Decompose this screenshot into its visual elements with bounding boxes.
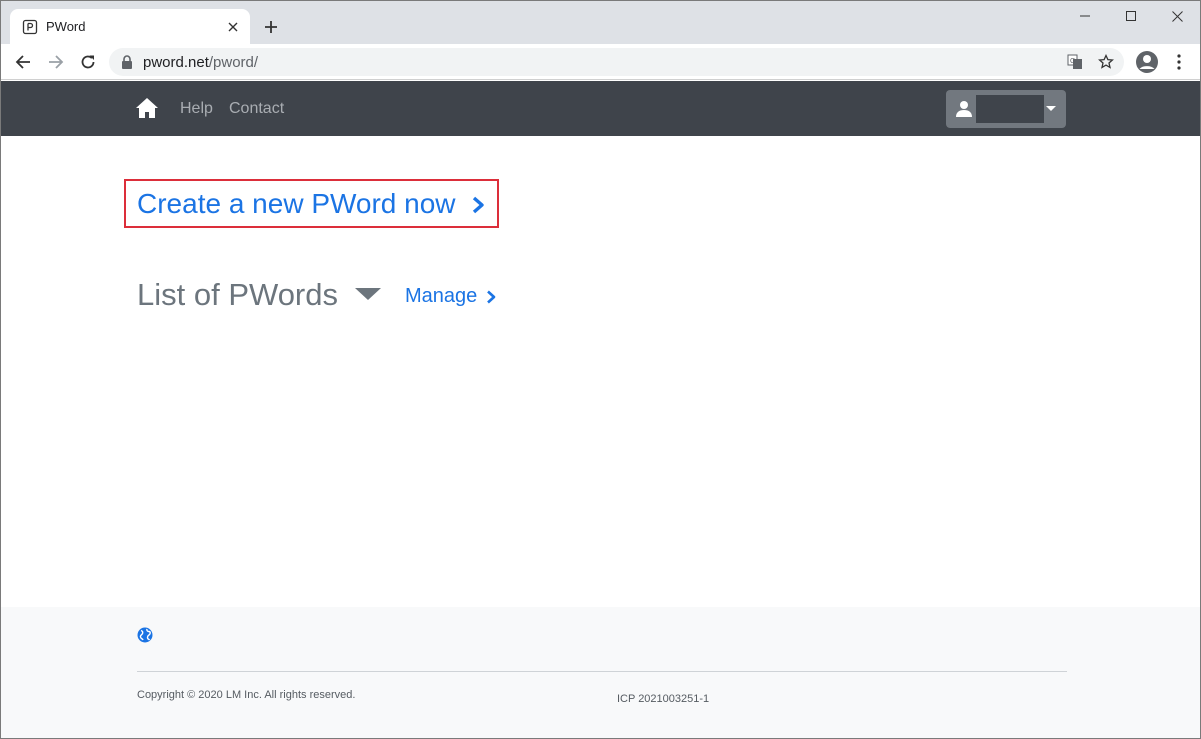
tab-close-icon[interactable] [224, 18, 242, 36]
site-navbar: Help Contact [1, 81, 1200, 136]
footer-divider [137, 671, 1067, 672]
maximize-icon[interactable] [1108, 1, 1154, 31]
url-text[interactable]: pword.net/pword/ [143, 54, 258, 71]
browser-tab[interactable]: PWord [10, 9, 250, 44]
chevron-right-icon [472, 196, 484, 214]
back-arrow-icon[interactable] [9, 48, 37, 76]
user-icon [956, 101, 972, 117]
user-dropdown-button[interactable] [946, 90, 1066, 128]
translate-icon[interactable]: G [1065, 52, 1085, 72]
new-tab-plus-icon[interactable] [259, 15, 283, 39]
browser-titlebar: PWord [1, 1, 1200, 44]
globe-icon[interactable] [137, 627, 153, 643]
profile-avatar-icon[interactable] [1135, 50, 1159, 74]
chevron-right-icon [487, 290, 496, 303]
list-of-pwords-heading: List of PWords [137, 277, 339, 312]
caret-down-icon [1046, 106, 1056, 111]
icp-license-link[interactable]: ICP 2021003251-1 [617, 693, 709, 705]
page-footer: Copyright © 2020 LM Inc. All rights rese… [1, 607, 1200, 738]
address-bar[interactable]: pword.net/pword/ G [109, 48, 1124, 76]
home-icon[interactable] [135, 97, 159, 119]
browser-toolbar: pword.net/pword/ G [1, 44, 1200, 80]
url-host: pword.net [143, 54, 209, 71]
tab-title: PWord [46, 19, 86, 34]
bookmark-star-icon[interactable] [1096, 52, 1116, 72]
lock-icon [122, 55, 132, 69]
copyright-text: Copyright © 2020 LM Inc. All rights rese… [137, 689, 356, 701]
browser-menu-dots-icon[interactable] [1169, 50, 1189, 74]
svg-text:G: G [1070, 58, 1075, 65]
reload-icon[interactable] [74, 48, 102, 76]
minimize-icon[interactable] [1062, 1, 1108, 31]
window-close-icon[interactable] [1154, 1, 1200, 31]
list-toggle-caret-icon[interactable] [355, 288, 381, 300]
create-new-pword-link[interactable]: Create a new PWord now [124, 179, 499, 228]
create-new-pword-label: Create a new PWord now [137, 188, 456, 219]
manage-label: Manage [405, 285, 478, 307]
nav-help-link[interactable]: Help [180, 100, 213, 118]
manage-link[interactable]: Manage [405, 285, 496, 308]
redacted-username [976, 95, 1044, 123]
forward-arrow-icon[interactable] [42, 48, 70, 76]
pword-favicon-icon [22, 19, 38, 35]
nav-contact-link[interactable]: Contact [229, 100, 284, 118]
url-path: /pword/ [208, 54, 259, 71]
